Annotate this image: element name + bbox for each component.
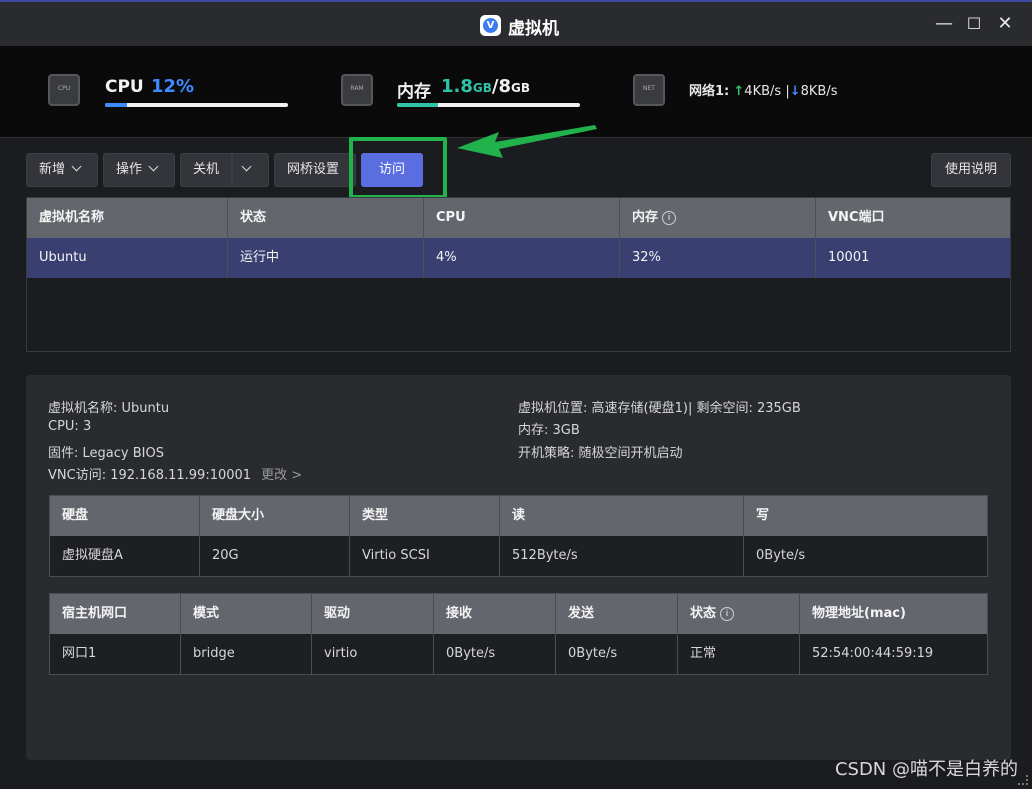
vm-memory-cell: 32% [620,238,816,278]
cpu-label: CPU [105,77,144,97]
nic-status-cell: 正常 [678,634,800,674]
resize-grip-icon[interactable] [1018,775,1028,785]
column-header: 物理地址(mac) [812,606,906,621]
cpu-usage-fill [105,103,127,107]
shutdown-options-button[interactable] [232,153,269,187]
disk-table-header: 硬盘 硬盘大小 类型 读 写 [50,496,987,536]
detail-firmware: 固件: Legacy BIOS [48,446,164,461]
disk-type-cell: Virtio SCSI [350,536,500,576]
vm-table: 虚拟机名称 状态 CPU 内存 i VNC端口 Ubuntu 运行中 4% 32%… [26,197,1011,352]
nic-driver-cell: virtio [312,634,434,674]
table-row: 虚拟硬盘A 20G Virtio SCSI 512Byte/s 0Byte/s [50,536,987,576]
detail-location: 虚拟机位置: 高速存储(硬盘1)| 剩余空间: 235GB [518,401,801,416]
disk-write-cell: 0Byte/s [756,548,806,563]
vm-cpu-cell: 4% [424,238,620,278]
help-button[interactable]: 使用说明 [931,153,1011,187]
vm-name-cell: Ubuntu [27,238,228,278]
watermark: CSDN @喵不是白养的 [834,759,1018,780]
app-logo-icon: V [480,15,501,36]
column-header[interactable]: 状态 [228,198,424,238]
column-header: 硬盘 [50,496,200,536]
nic-table-header: 宿主机网口 模式 驱动 接收 发送 状态 i 物理地址(mac) [50,594,987,634]
memory-label: 内存 [397,82,431,102]
detail-name: 虚拟机名称: Ubuntu [48,401,170,416]
download-arrow-icon: ↓ [789,84,801,99]
annotation-arrow-icon [457,125,597,158]
column-header: 模式 [181,594,312,634]
add-dropdown-button[interactable]: 新增 [26,153,98,187]
column-header[interactable]: CPU [424,198,620,238]
table-row: 网口1 bridge virtio 0Byte/s 0Byte/s 正常 52:… [50,634,987,674]
column-header: 宿主机网口 [50,594,181,634]
cpu-usage-bar [105,103,288,107]
nic-send-cell: 0Byte/s [556,634,678,674]
column-header[interactable]: 虚拟机名称 [27,198,228,238]
detail-cpu: CPU: 3 [48,419,92,434]
window-title: 虚拟机 [508,19,559,39]
nic-mac-cell: 52:54:00:44:59:19 [812,646,934,661]
ram-chip-icon: RAM [341,74,373,106]
info-icon[interactable]: i [662,210,677,225]
upload-speed: 4KB/s [744,84,782,99]
column-header: 状态 i [678,594,800,634]
disk-size-cell: 20G [200,536,350,576]
column-header: 驱动 [312,594,434,634]
column-header[interactable]: 内存 i [620,198,816,238]
nic-mode-cell: bridge [181,634,312,674]
column-header: 类型 [350,496,500,536]
column-header: 硬盘大小 [200,496,350,536]
nic-receive-cell: 0Byte/s [434,634,556,674]
column-header: 读 [500,496,744,536]
vm-vnc-port-cell: 10001 [828,250,870,265]
nic-port-cell: 网口1 [50,634,181,674]
minimize-button[interactable]: — [934,14,954,34]
chevron-down-icon [241,161,252,172]
upload-arrow-icon: ↑ [733,84,745,99]
operate-dropdown-button[interactable]: 操作 [103,153,175,187]
chevron-down-icon [148,161,159,172]
chevron-down-icon [71,161,82,172]
network-icon: NET [633,74,665,106]
cpu-chip-icon: CPU [48,74,80,106]
detail-vnc: VNC访问: 192.168.11.99:10001 更改 > [48,468,303,483]
detail-memory: 内存: 3GB [518,423,580,438]
memory-usage-bar [397,103,580,107]
nic-table: 宿主机网口 模式 驱动 接收 发送 状态 i 物理地址(mac) 网口1 brid… [49,593,988,675]
column-header: 接收 [434,594,556,634]
info-icon[interactable]: i [720,606,735,621]
vm-table-header: 虚拟机名称 状态 CPU 内存 i VNC端口 [27,198,1010,238]
shutdown-button[interactable]: 关机 [180,153,232,187]
download-speed: 8KB/s [800,84,838,99]
maximize-button[interactable]: ☐ [964,14,984,34]
memory-value: 1.8GB/8GB [441,76,530,97]
memory-usage-fill [397,103,439,107]
vm-detail-panel: 虚拟机名称: Ubuntu CPU: 3 固件: Legacy BIOS VNC… [26,375,1011,760]
disk-read-cell: 512Byte/s [500,536,744,576]
disk-table: 硬盘 硬盘大小 类型 读 写 虚拟硬盘A 20G Virtio SCSI 512… [49,495,988,577]
bridge-settings-button[interactable]: 网桥设置 [274,153,356,187]
close-button[interactable]: ✕ [995,14,1015,34]
visit-highlight-box [349,137,447,199]
disk-name-cell: 虚拟硬盘A [50,536,200,576]
cpu-value: 12% [151,76,195,97]
column-header: 发送 [556,594,678,634]
table-row[interactable]: Ubuntu 运行中 4% 32% 10001 [27,238,1010,278]
detail-boot-policy: 开机策略: 随极空间开机启动 [518,446,683,461]
change-vnc-link[interactable]: 更改 > [261,468,302,483]
network-stats: 网络1: ↑4KB/s |↓8KB/s [689,84,838,99]
title-bar: V 虚拟机 — ☐ ✕ [0,0,1032,46]
column-header: 写 [756,508,770,523]
column-header[interactable]: VNC端口 [816,198,1010,238]
vm-status-cell: 运行中 [228,238,424,278]
